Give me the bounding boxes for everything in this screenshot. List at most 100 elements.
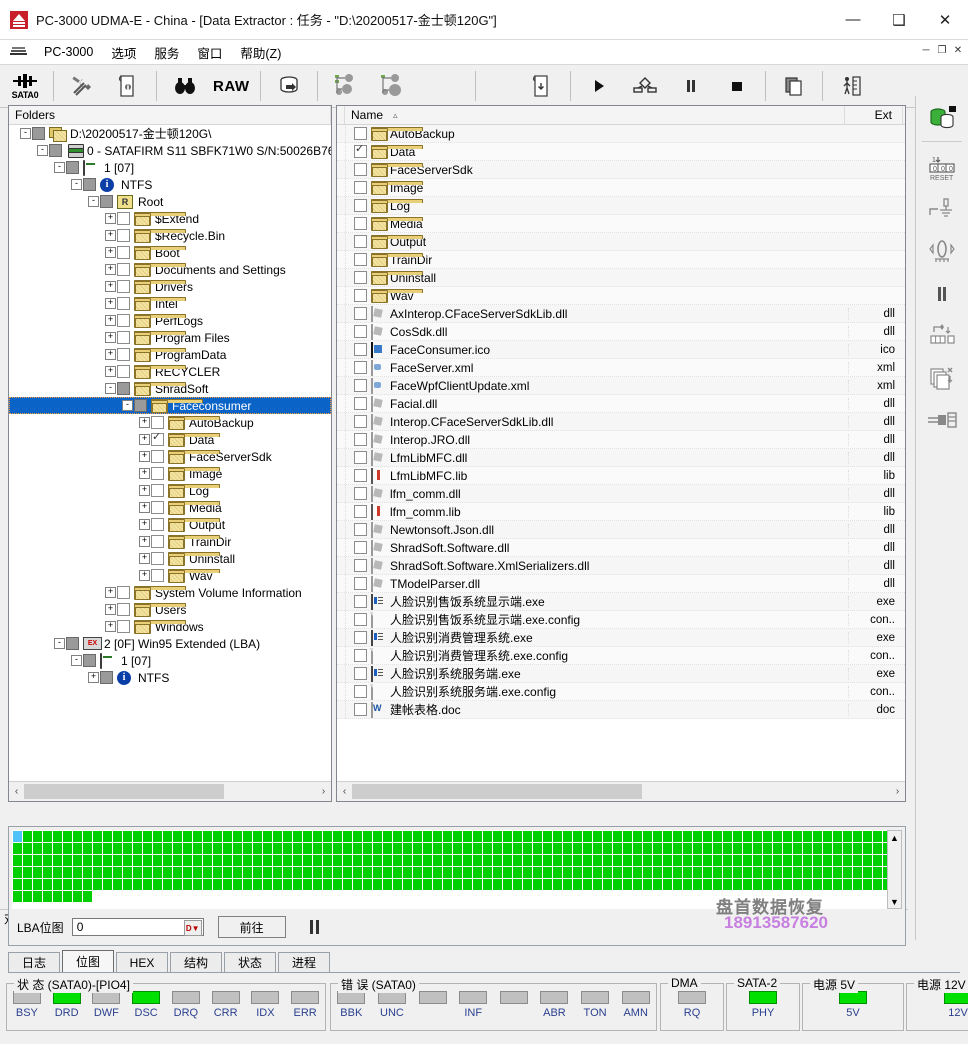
bitmap-scroll-track[interactable]: [888, 844, 901, 895]
bitmap-cell[interactable]: [603, 879, 612, 890]
bitmap-cell[interactable]: [773, 879, 782, 890]
bitmap-cell[interactable]: [323, 867, 332, 878]
bitmap-cell[interactable]: [493, 879, 502, 890]
bitmap-cell[interactable]: [93, 843, 102, 854]
tree-node[interactable]: + System Volume Information: [9, 584, 331, 601]
bitmap-cell[interactable]: [493, 831, 502, 842]
bitmap-cell[interactable]: [143, 879, 152, 890]
bitmap-cell[interactable]: [493, 867, 502, 878]
bitmap-cell[interactable]: [493, 843, 502, 854]
bitmap-cell[interactable]: [473, 855, 482, 866]
bitmap-cell[interactable]: [353, 879, 362, 890]
bitmap-cell[interactable]: [623, 843, 632, 854]
bitmap-cell[interactable]: [303, 843, 312, 854]
bitmap-cell[interactable]: [873, 867, 882, 878]
bitmap-cell[interactable]: [123, 831, 132, 842]
table-row[interactable]: 人脸识别消费管理系统.exe exe: [337, 629, 905, 647]
bitmap-cell[interactable]: [813, 855, 822, 866]
tree-map-button-2[interactable]: [371, 67, 413, 105]
collapse-icon[interactable]: -: [70, 652, 83, 669]
bitmap-cell[interactable]: [563, 879, 572, 890]
row-checkbox[interactable]: [354, 631, 367, 644]
bitmap-cell[interactable]: [353, 867, 362, 878]
tree-node[interactable]: - 1 [07]: [9, 159, 331, 176]
bitmap-cell[interactable]: [13, 891, 22, 902]
bitmap-cell[interactable]: [793, 843, 802, 854]
bitmap-cell[interactable]: [183, 867, 192, 878]
bitmap-cell[interactable]: [783, 867, 792, 878]
bitmap-cell[interactable]: [563, 831, 572, 842]
bitmap-cell[interactable]: [93, 855, 102, 866]
bitmap-cell[interactable]: [633, 855, 642, 866]
row-checkbox[interactable]: [117, 382, 130, 395]
bitmap-cell[interactable]: [673, 867, 682, 878]
bitmap-cell[interactable]: [433, 867, 442, 878]
tree-map-button-1[interactable]: [325, 67, 367, 105]
bitmap-cell[interactable]: [283, 855, 292, 866]
bitmap-cell[interactable]: [863, 855, 872, 866]
table-row[interactable]: 人脸识别售饭系统显示端.exe.config con..: [337, 611, 905, 629]
row-checkbox[interactable]: [134, 399, 147, 412]
bitmap-cell[interactable]: [53, 867, 62, 878]
bitmap-cell[interactable]: [183, 831, 192, 842]
bitmap-cell[interactable]: [853, 831, 862, 842]
table-row[interactable]: 人脸识别系统服务端.exe exe: [337, 665, 905, 683]
bitmap-cell[interactable]: [433, 843, 442, 854]
bitmap-cell[interactable]: [363, 831, 372, 842]
bitmap-cell[interactable]: [463, 867, 472, 878]
menu-item-options[interactable]: 选项: [102, 41, 145, 64]
bitmap-cell[interactable]: [873, 831, 882, 842]
bitmap-cell[interactable]: [213, 867, 222, 878]
row-checkbox[interactable]: [354, 235, 367, 248]
bitmap-cell[interactable]: [693, 867, 702, 878]
tree-node[interactable]: - 1 [07]: [9, 652, 331, 669]
row-checkbox[interactable]: [354, 415, 367, 428]
bitmap-cell[interactable]: [533, 867, 542, 878]
bitmap-cell[interactable]: [533, 843, 542, 854]
bitmap-cell[interactable]: [63, 831, 72, 842]
bitmap-cell[interactable]: [683, 831, 692, 842]
bitmap-cell[interactable]: [113, 879, 122, 890]
list-hscrollbar[interactable]: ‹ ›: [337, 781, 905, 801]
bitmap-cell[interactable]: [503, 867, 512, 878]
tree-node[interactable]: + AutoBackup: [9, 414, 331, 431]
bitmap-cell[interactable]: [23, 891, 32, 902]
bitmap-cell[interactable]: [123, 867, 132, 878]
column-header-name[interactable]: Name ▵: [345, 106, 845, 124]
tree-node[interactable]: + Uninstall: [9, 550, 331, 567]
measure-button[interactable]: [919, 233, 965, 271]
tree-node[interactable]: +Data: [9, 430, 331, 448]
bitmap-cell[interactable]: [403, 879, 412, 890]
bitmap-cell[interactable]: [843, 879, 852, 890]
bitmap-cell[interactable]: [233, 831, 242, 842]
bitmap-cell[interactable]: [803, 855, 812, 866]
bitmap-cell[interactable]: [613, 855, 622, 866]
table-row[interactable]: Output: [337, 233, 905, 251]
bitmap-cell[interactable]: [863, 831, 872, 842]
bitmap-cell[interactable]: [633, 843, 642, 854]
bitmap-cell[interactable]: [863, 879, 872, 890]
bitmap-cell[interactable]: [873, 843, 882, 854]
bitmap-cell[interactable]: [773, 855, 782, 866]
row-checkbox[interactable]: [66, 637, 79, 650]
table-row[interactable]: AutoBackup: [337, 125, 905, 143]
bitmap-cell[interactable]: [463, 831, 472, 842]
row-checkbox[interactable]: [354, 253, 367, 266]
maximize-button[interactable]: ❑: [876, 0, 922, 39]
column-header-ext[interactable]: Ext: [845, 106, 903, 124]
row-checkbox[interactable]: [117, 280, 130, 293]
bitmap-cell[interactable]: [443, 867, 452, 878]
row-checkbox[interactable]: [354, 199, 367, 212]
collapse-icon[interactable]: -: [70, 176, 83, 193]
bitmap-cell[interactable]: [763, 879, 772, 890]
tree-node[interactable]: + Intel: [9, 295, 331, 312]
bitmap-cell[interactable]: [483, 879, 492, 890]
bitmap-cell[interactable]: [873, 879, 882, 890]
bitmap-cell[interactable]: [293, 831, 302, 842]
bitmap-cell[interactable]: [463, 855, 472, 866]
bitmap-cell[interactable]: [213, 879, 222, 890]
bitmap-cell[interactable]: [223, 879, 232, 890]
bitmap-cell[interactable]: [513, 843, 522, 854]
tree-node[interactable]: + Output: [9, 516, 331, 533]
save-task-button[interactable]: [521, 67, 563, 105]
